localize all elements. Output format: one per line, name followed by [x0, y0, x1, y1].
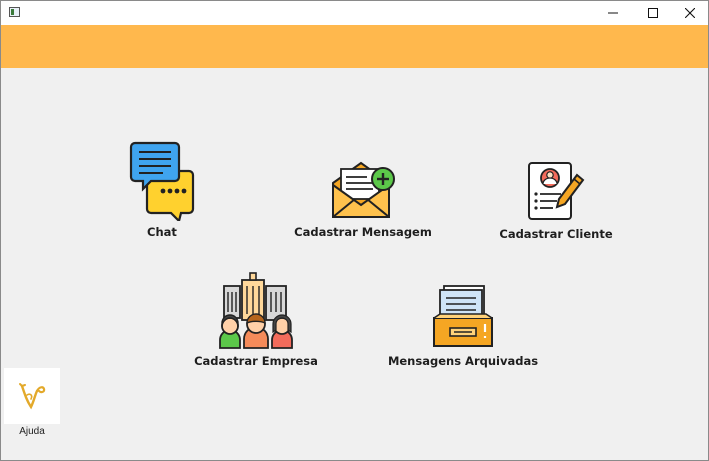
chat-tile[interactable]: Chat — [122, 141, 202, 239]
close-button[interactable] — [672, 1, 708, 25]
close-icon — [685, 8, 695, 18]
cadastrar-empresa-tile[interactable]: Cadastrar Empresa — [194, 270, 318, 368]
help-button[interactable] — [4, 368, 60, 424]
cadastrar-empresa-label: Cadastrar Empresa — [194, 354, 318, 368]
mensagens-arquivadas-label: Mensagens Arquivadas — [387, 354, 539, 368]
cadastrar-mensagem-label: Cadastrar Mensagem — [294, 225, 432, 239]
envelope-add-icon — [332, 161, 395, 218]
cadastrar-cliente-tile[interactable]: Cadastrar Cliente — [496, 161, 616, 241]
maximize-button[interactable] — [635, 1, 671, 25]
maximize-icon — [648, 8, 658, 18]
company-people-icon — [219, 272, 293, 349]
header-band — [1, 25, 708, 68]
minimize-icon — [608, 12, 618, 14]
client-form-icon — [528, 162, 585, 220]
title-bar — [1, 1, 708, 25]
cadastrar-cliente-label: Cadastrar Cliente — [499, 227, 613, 241]
chat-label: Chat — [147, 225, 177, 239]
help-label: Ajuda — [19, 426, 45, 437]
cadastrar-mensagem-tile[interactable]: Cadastrar Mensagem — [293, 161, 433, 239]
app-window: Chat Cadastrar Mensagem Cadastrar Client… — [0, 0, 709, 461]
chat-bubbles-icon — [129, 141, 195, 221]
minimize-button[interactable] — [595, 1, 631, 25]
app-icon — [9, 7, 20, 17]
archive-tray-icon — [433, 285, 493, 347]
help-icon — [19, 383, 46, 410]
mensagens-arquivadas-tile[interactable]: Mensagens Arquivadas — [388, 284, 538, 368]
